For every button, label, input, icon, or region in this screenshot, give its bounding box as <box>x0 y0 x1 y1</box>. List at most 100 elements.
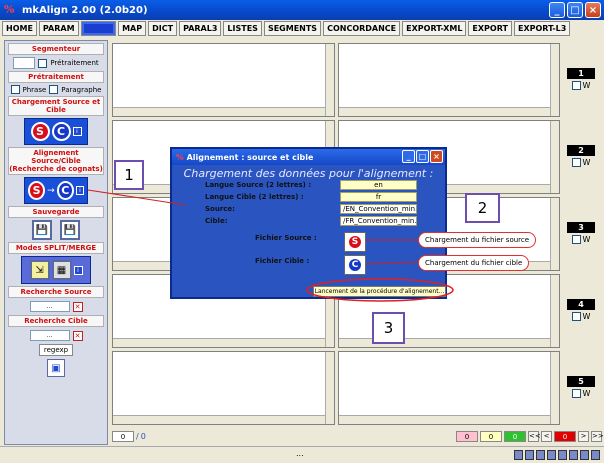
search-source-input[interactable]: ... <box>29 301 70 312</box>
w-checkbox[interactable] <box>571 389 581 398</box>
segmenteur-input[interactable] <box>13 57 36 69</box>
alignement-subtitle: (Recherche de cognats) <box>9 165 103 173</box>
tray-icon[interactable] <box>525 450 534 460</box>
menu-export-xml[interactable]: EXPORT-XML <box>402 21 467 36</box>
regexp-button[interactable]: regexp <box>39 344 73 356</box>
menu-bar: HOME PARAM ALIGN MAP DICT PARAL3 LISTES … <box>2 21 602 37</box>
row-number: 3 <box>567 222 595 233</box>
dialog-close-button[interactable]: × <box>430 150 443 163</box>
merge-icon[interactable]: ▦ <box>51 260 72 280</box>
tray-icon[interactable] <box>569 450 578 460</box>
app-logo-icon: % <box>4 3 15 16</box>
menu-dict[interactable]: DICT <box>148 21 178 36</box>
window-title: mkAlign 2.00 (2.0b20) <box>22 4 148 16</box>
menu-home[interactable]: HOME <box>2 21 37 36</box>
launch-alignment-button[interactable]: Lancement de la procédure d'alignement..… <box>313 286 446 297</box>
split-icon[interactable]: ⇲ <box>29 260 50 280</box>
align-source-icon[interactable]: S <box>28 181 46 200</box>
bottom-dots: ... <box>296 449 304 458</box>
last-page-button[interactable]: >> <box>591 430 604 442</box>
menu-export[interactable]: EXPORT <box>468 21 512 36</box>
dialog-maximize-button[interactable]: □ <box>416 150 429 163</box>
alignement-title: Alignement Source/Cible <box>31 149 81 165</box>
minimize-button[interactable]: _ <box>549 2 565 18</box>
section-recherche-cible: Recherche Cible <box>8 315 104 327</box>
menu-listes[interactable]: LISTES <box>223 21 262 36</box>
source-cell[interactable] <box>112 43 335 117</box>
count-pink: 0 <box>456 430 478 442</box>
save-cible-icon[interactable]: 💾 <box>60 220 80 240</box>
annotation-1: 1 <box>114 160 144 190</box>
load-source-icon[interactable]: S <box>30 122 50 141</box>
paragraphe-checkbox[interactable] <box>49 85 59 94</box>
w-checkbox[interactable] <box>571 81 581 90</box>
cible-cell[interactable] <box>338 43 560 117</box>
close-button[interactable]: × <box>585 2 601 18</box>
menu-export-l3[interactable]: EXPORT-L3 <box>513 21 571 36</box>
fichier-source-button[interactable]: S <box>344 232 366 252</box>
source-s-icon: S <box>347 234 363 250</box>
clear-cible-icon[interactable]: ✕ <box>72 330 83 341</box>
phrase-label: Phrase <box>22 85 47 94</box>
annotation-2: 2 <box>465 193 500 223</box>
status-separator: / <box>136 431 139 441</box>
maximize-button[interactable]: □ <box>567 2 583 18</box>
dialog-logo-icon: % <box>176 152 184 162</box>
section-recherche-source: Recherche Source <box>8 286 104 298</box>
source-path-input[interactable]: /EN_Convention_min.txt <box>340 204 417 214</box>
arrow-icon: → <box>47 185 55 196</box>
pretraitement-label: Prétraitement <box>50 59 99 67</box>
next-page-button[interactable]: > <box>578 430 589 442</box>
clear-source-icon[interactable]: ✕ <box>72 301 83 312</box>
w-checkbox[interactable] <box>571 235 581 244</box>
lang-source-input[interactable]: en <box>340 180 417 190</box>
tray-icon[interactable] <box>514 450 523 460</box>
tray-icon[interactable] <box>547 450 556 460</box>
menu-align[interactable]: ALIGN <box>80 21 117 36</box>
download-icon[interactable]: ▣ <box>47 359 65 377</box>
tray-icon[interactable] <box>580 450 589 460</box>
position-field[interactable]: 0 <box>112 430 134 442</box>
lang-cible-input[interactable]: fr <box>340 192 417 202</box>
tray-icon[interactable] <box>558 450 567 460</box>
page-field[interactable]: 0 <box>554 430 576 442</box>
bottom-bar: ... <box>0 446 604 463</box>
w-label: W <box>582 81 591 90</box>
menu-segments[interactable]: SEGMENTS <box>263 21 322 36</box>
cible-path-input[interactable]: /FR_Convention_min.txt <box>340 216 417 226</box>
load-cible-icon[interactable]: C <box>51 122 71 141</box>
dialog-minimize-button[interactable]: _ <box>402 150 415 163</box>
tray-icon[interactable] <box>536 450 545 460</box>
w-checkbox[interactable] <box>571 312 581 321</box>
search-cible-input[interactable]: ... <box>29 330 70 341</box>
w-checkbox[interactable] <box>571 158 581 167</box>
modes-info-icon[interactable]: i <box>73 265 83 275</box>
menu-param[interactable]: PARAM <box>38 21 79 36</box>
lang-source-label: Langue Source (2 lettres) : <box>205 181 312 189</box>
align-info-icon[interactable]: i <box>75 186 84 195</box>
cible-cell[interactable] <box>338 351 560 425</box>
save-source-icon[interactable]: 💾 <box>32 220 52 240</box>
callout-source: Chargement du fichier source <box>418 232 537 248</box>
source-cell[interactable] <box>112 351 335 425</box>
menu-map[interactable]: MAP <box>118 21 147 36</box>
menu-concordance[interactable]: CONCORDANCE <box>323 21 401 36</box>
title-bar: % mkAlign 2.00 (2.0b20) _ □ × <box>0 0 604 20</box>
section-sauvegarde: Sauvegarde <box>8 206 104 218</box>
lang-cible-label: Langue Cible (2 lettres) : <box>205 193 304 201</box>
first-page-button[interactable]: << <box>528 430 541 442</box>
tray-icon[interactable] <box>591 450 600 460</box>
row-number: 5 <box>567 376 595 387</box>
info-icon[interactable]: i <box>72 127 82 136</box>
align-cible-icon[interactable]: C <box>56 181 74 200</box>
prev-page-button[interactable]: < <box>541 430 552 442</box>
phrase-checkbox[interactable] <box>10 85 20 94</box>
fichier-cible-button[interactable]: C <box>344 255 366 275</box>
section-alignement: Alignement Source/Cible (Recherche de co… <box>8 147 104 175</box>
section-segmenteur: Segmenteur <box>8 43 104 55</box>
paragraphe-label: Paragraphe <box>61 85 102 94</box>
pretraitement-checkbox[interactable] <box>38 58 48 68</box>
menu-paral3[interactable]: PARAL3 <box>179 21 222 36</box>
fichier-cible-label: Fichier Cible : <box>255 257 310 265</box>
dialog-title: Alignement : source et cible <box>186 152 314 162</box>
